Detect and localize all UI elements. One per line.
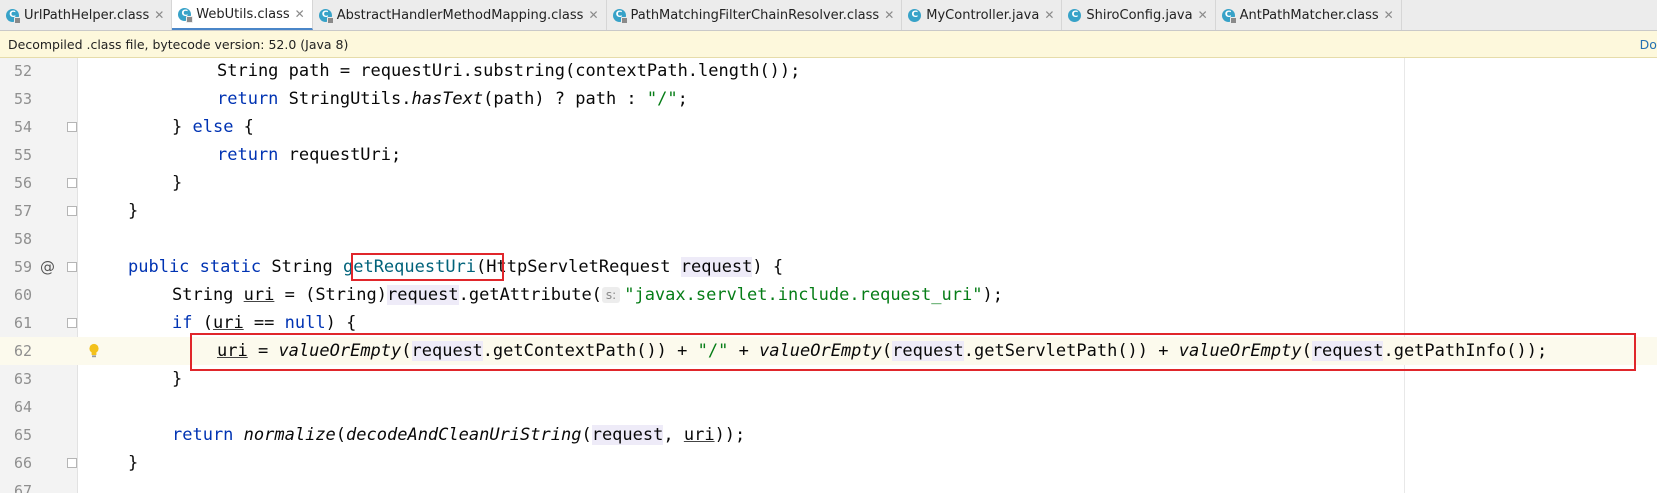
java-class-icon: C bbox=[1068, 8, 1082, 22]
tab-antpathmatcher[interactable]: C AntPathMatcher.class ✕ bbox=[1216, 0, 1402, 30]
code-text: public static String getRequestUri(HttpS… bbox=[128, 257, 784, 277]
code-line: 53 return StringUtils.hasText(path) ? pa… bbox=[0, 85, 1657, 113]
code-text: String path = requestUri.substring(conte… bbox=[217, 61, 801, 81]
class-file-icon: C bbox=[6, 8, 21, 24]
editor-tab-bar: C UrlPathHelper.class ✕ C WebUtils.class… bbox=[0, 0, 1657, 31]
tab-label: AntPathMatcher.class bbox=[1239, 7, 1379, 23]
class-file-icon: C bbox=[318, 8, 334, 24]
parameter-hint: s: bbox=[601, 287, 621, 303]
tab-label: MyController.java bbox=[926, 7, 1040, 23]
code-line: 54 } else { bbox=[0, 113, 1657, 141]
tab-abstracthandlermethodmapping[interactable]: C AbstractHandlerMethodMapping.class ✕ bbox=[313, 0, 607, 30]
code-line: 60 String uri = (String)request.getAttri… bbox=[0, 281, 1657, 309]
line-number: 58 bbox=[13, 230, 32, 248]
decompiled-banner: Decompiled .class file, bytecode version… bbox=[0, 31, 1657, 58]
code-text: return normalize(decodeAndCleanUriString… bbox=[172, 425, 746, 445]
line-number: 65 bbox=[13, 426, 32, 444]
code-line: 67 bbox=[0, 477, 1657, 493]
fold-marker-icon[interactable] bbox=[67, 458, 77, 468]
code-line: 61 if (uri == null) { bbox=[0, 309, 1657, 337]
line-number: 57 bbox=[13, 202, 32, 220]
line-number: 63 bbox=[13, 370, 32, 388]
code-line: 52 String path = requestUri.substring(co… bbox=[0, 58, 1657, 85]
tab-shiroconfig[interactable]: C ShiroConfig.java ✕ bbox=[1062, 0, 1216, 30]
line-number: 67 bbox=[13, 482, 32, 493]
tab-label: ShiroConfig.java bbox=[1086, 7, 1193, 23]
fold-marker-icon[interactable] bbox=[67, 318, 77, 328]
code-text: } bbox=[172, 369, 183, 389]
class-file-icon: C bbox=[178, 7, 194, 23]
code-text: } else { bbox=[172, 117, 254, 137]
close-icon[interactable]: ✕ bbox=[1198, 8, 1208, 22]
line-number: 62 bbox=[13, 342, 32, 360]
tab-mycontroller[interactable]: C MyController.java ✕ bbox=[902, 0, 1063, 30]
fold-marker-icon[interactable] bbox=[67, 178, 77, 188]
code-line: 57 } bbox=[0, 197, 1657, 225]
line-number: 64 bbox=[13, 398, 32, 416]
line-number: 60 bbox=[13, 286, 32, 304]
code-line: 59 @ public static String getRequestUri(… bbox=[0, 253, 1657, 281]
line-number: 53 bbox=[13, 90, 32, 108]
code-line: 65 return normalize(decodeAndCleanUriStr… bbox=[0, 421, 1657, 449]
code-text: return StringUtils.hasText(path) ? path … bbox=[217, 89, 688, 109]
fold-marker-icon[interactable] bbox=[67, 206, 77, 216]
code-line-current: 62 uri = valueOrEmpty(request.getContext… bbox=[0, 337, 1657, 365]
code-text: } bbox=[128, 453, 139, 473]
annotation-at-icon[interactable]: @ bbox=[40, 253, 55, 281]
close-icon[interactable]: ✕ bbox=[154, 8, 164, 22]
tab-label: AbstractHandlerMethodMapping.class bbox=[336, 7, 584, 23]
tab-label: PathMatchingFilterChainResolver.class bbox=[630, 7, 880, 23]
code-text: if (uri == null) { bbox=[172, 313, 357, 333]
code-text: String uri = (String)request.getAttribut… bbox=[172, 285, 1003, 305]
java-class-icon: C bbox=[908, 8, 922, 22]
banner-text: Decompiled .class file, bytecode version… bbox=[8, 36, 349, 52]
close-icon[interactable]: ✕ bbox=[295, 7, 305, 21]
code-line: 58 bbox=[0, 225, 1657, 253]
tab-pathmatchingfilterchainresolver[interactable]: C PathMatchingFilterChainResolver.class … bbox=[607, 0, 903, 30]
class-file-icon: C bbox=[1221, 8, 1237, 24]
close-icon[interactable]: ✕ bbox=[884, 8, 894, 22]
code-line: 64 bbox=[0, 393, 1657, 421]
line-number: 54 bbox=[13, 118, 32, 136]
line-number: 56 bbox=[13, 174, 32, 192]
code-text: uri = valueOrEmpty(request.getContextPat… bbox=[217, 341, 1548, 361]
code-line: 56 } bbox=[0, 169, 1657, 197]
line-number: 61 bbox=[13, 314, 32, 332]
code-text: } bbox=[172, 173, 183, 193]
line-number: 52 bbox=[13, 62, 32, 80]
code-text: } bbox=[128, 201, 139, 221]
close-icon[interactable]: ✕ bbox=[588, 8, 598, 22]
fold-marker-icon[interactable] bbox=[67, 122, 77, 132]
tab-label: WebUtils.class bbox=[196, 6, 290, 22]
tab-label: UrlPathHelper.class bbox=[24, 7, 150, 23]
code-editor[interactable]: 52 String path = requestUri.substring(co… bbox=[0, 58, 1657, 493]
code-line: 66 } bbox=[0, 449, 1657, 477]
code-text: return requestUri; bbox=[217, 145, 402, 165]
tab-urlpathhelper[interactable]: C UrlPathHelper.class ✕ bbox=[0, 0, 173, 30]
lightbulb-icon[interactable] bbox=[88, 343, 100, 358]
code-line: 63 } bbox=[0, 365, 1657, 393]
close-icon[interactable]: ✕ bbox=[1044, 8, 1054, 22]
class-file-icon: C bbox=[612, 8, 628, 24]
line-number: 66 bbox=[13, 454, 32, 472]
fold-marker-icon[interactable] bbox=[67, 262, 77, 272]
line-number: 55 bbox=[13, 146, 32, 164]
close-icon[interactable]: ✕ bbox=[1384, 8, 1394, 22]
line-number: 59 bbox=[13, 258, 32, 276]
method-name: getRequestUri bbox=[342, 257, 477, 277]
download-sources-link[interactable]: Down bbox=[1640, 37, 1657, 52]
tab-webutils[interactable]: C WebUtils.class ✕ bbox=[172, 0, 313, 30]
code-line: 55 return requestUri; bbox=[0, 141, 1657, 169]
